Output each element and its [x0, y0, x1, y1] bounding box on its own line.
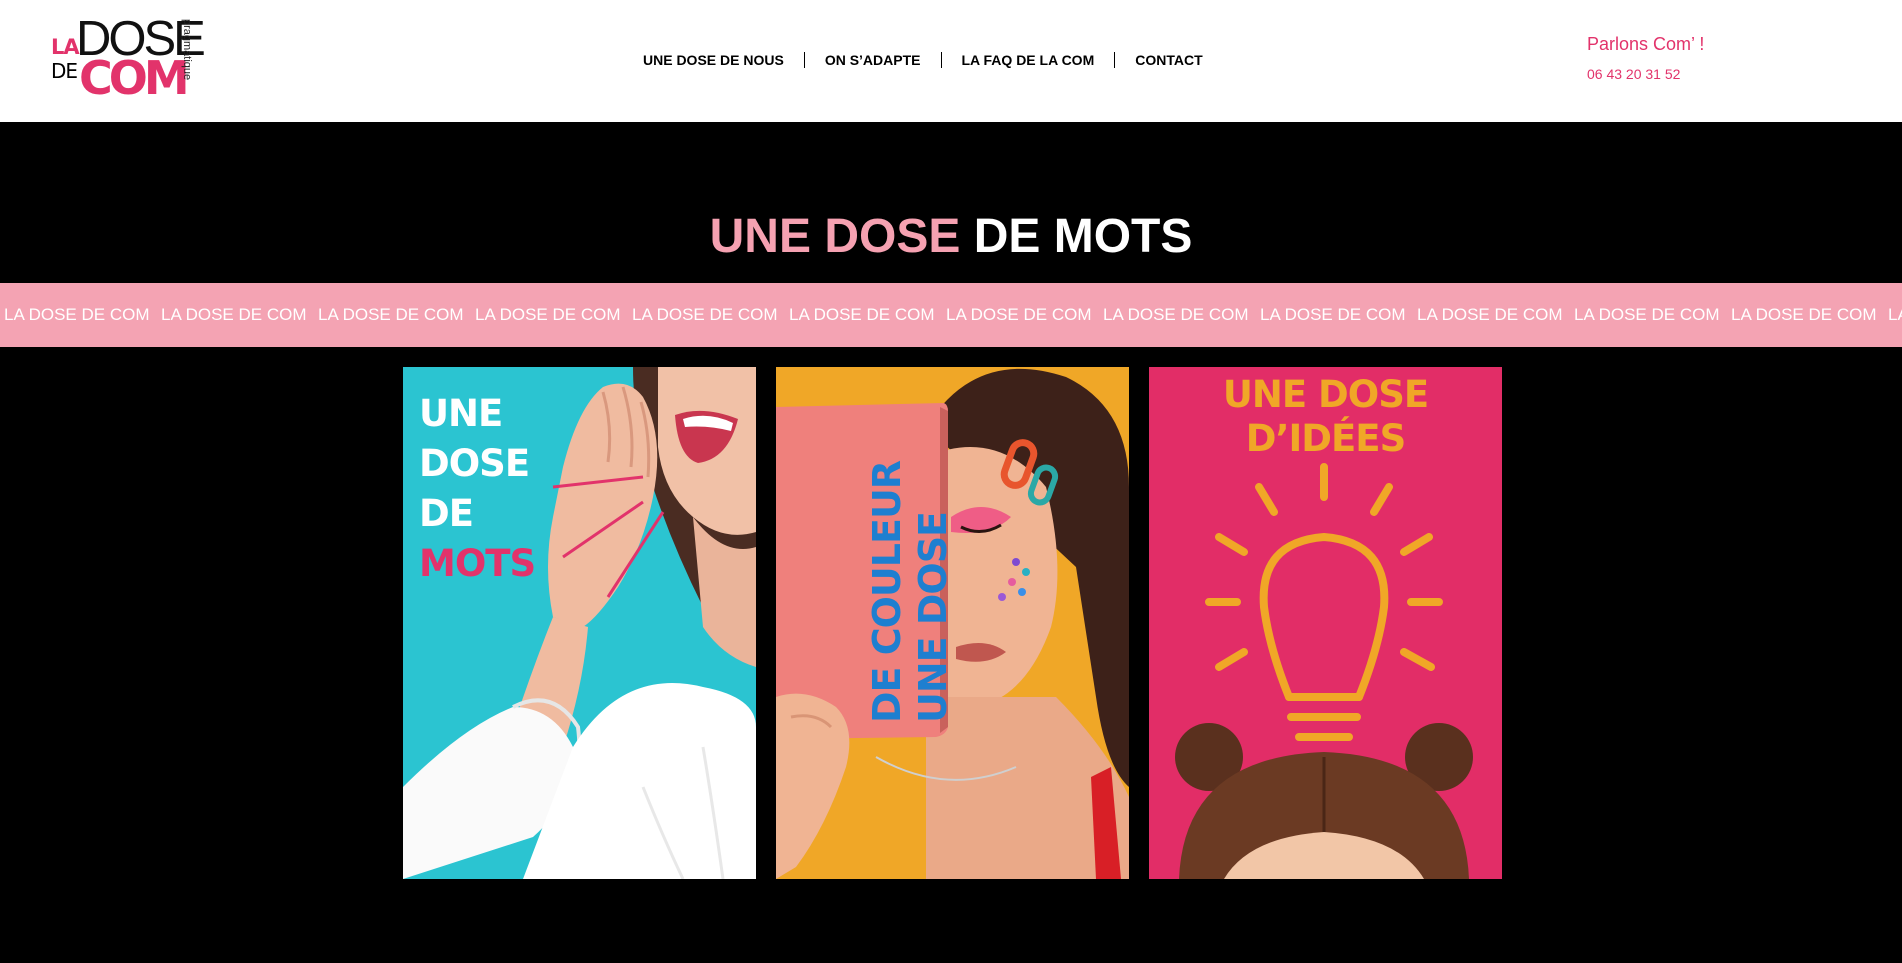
logo-com: COM	[79, 51, 190, 105]
card-title-line: DE	[419, 492, 474, 535]
marquee-track: LA DOSE DE COM LA DOSE DE COM LA DOSE DE C…	[0, 305, 1902, 325]
contact-phone-link[interactable]: 06 43 20 31 52	[1587, 66, 1680, 82]
marquee-item: LA DOSE DE COM	[1574, 305, 1720, 324]
contact-cta-link[interactable]: Parlons Com’ !	[1587, 34, 1704, 55]
card-title-line: DE COULEUR	[865, 460, 909, 723]
nav-item-contact[interactable]: CONTACT	[1135, 52, 1202, 68]
marquee-item: LA DOSE DE COM	[1103, 305, 1249, 324]
card-title-line: UNE	[419, 392, 503, 435]
card-title-highlight: MOTS	[419, 542, 536, 585]
marquee-item: LA DOSE DE COM	[1888, 305, 1902, 324]
page-title-light: UNE DOSE	[709, 210, 974, 263]
site-header: LA DE DOSE COM pragmatique UNE DOSE DE N…	[0, 0, 1902, 122]
nav-separator	[803, 52, 805, 68]
card-title-line: UNE DOSE	[911, 511, 955, 723]
marquee-item: LA DOSE DE COM	[1260, 305, 1406, 324]
marquee-item: LA DOSE DE COM	[318, 305, 464, 324]
page-title-bold: DE MOTS	[973, 210, 1193, 263]
marquee-item: LA DOSE DE COM	[4, 305, 150, 324]
nav-separator	[1114, 52, 1116, 68]
card-title-line: UNE DOSE	[1222, 373, 1429, 416]
card-title-mots: UNE DOSE DE MOTS	[419, 389, 536, 589]
card-title-idees: UNE DOSE D’IDÉES	[1149, 373, 1502, 461]
card-title-line: D’IDÉES	[1245, 417, 1406, 460]
marquee-item: LA DOSE DE COM	[1417, 305, 1563, 324]
nav-item-une-dose-de-nous[interactable]: UNE DOSE DE NOUS	[643, 52, 784, 68]
card-une-dose-d-idees[interactable]: UNE DOSE D’IDÉES	[1149, 367, 1502, 879]
page-title: UNE DOSE DE MOTS	[0, 210, 1902, 264]
nav-separator	[940, 52, 942, 68]
card-une-dose-de-couleur[interactable]: UNE DOSE DE COULEUR	[776, 367, 1129, 879]
site-logo[interactable]: LA DE DOSE COM pragmatique	[49, 15, 206, 105]
main-nav: UNE DOSE DE NOUS ON S’ADAPTE LA FAQ DE L…	[643, 52, 1203, 68]
card-title-couleur: UNE DOSE DE COULEUR	[836, 460, 956, 723]
nav-item-faq[interactable]: LA FAQ DE LA COM	[962, 52, 1095, 68]
card-title-line: DOSE	[419, 442, 530, 485]
logo-la: LA	[51, 35, 80, 59]
logo-de: DE	[51, 59, 78, 83]
nav-item-on-s-adapte[interactable]: ON S’ADAPTE	[825, 52, 921, 68]
logo-tagline: pragmatique	[181, 19, 193, 81]
marquee-item: LA DOSE DE COM	[161, 305, 307, 324]
marquee-item: LA DOSE DE COM	[946, 305, 1092, 324]
marquee-item: LA DOSE DE COM	[1731, 305, 1877, 324]
brand-marquee-band: LA DOSE DE COM LA DOSE DE COM LA DOSE DE C…	[0, 283, 1902, 347]
marquee-item: LA DOSE DE COM	[632, 305, 778, 324]
marquee-item: LA DOSE DE COM	[789, 305, 935, 324]
card-une-dose-de-mots[interactable]: UNE DOSE DE MOTS	[403, 367, 756, 879]
marquee-item: LA DOSE DE COM	[475, 305, 621, 324]
